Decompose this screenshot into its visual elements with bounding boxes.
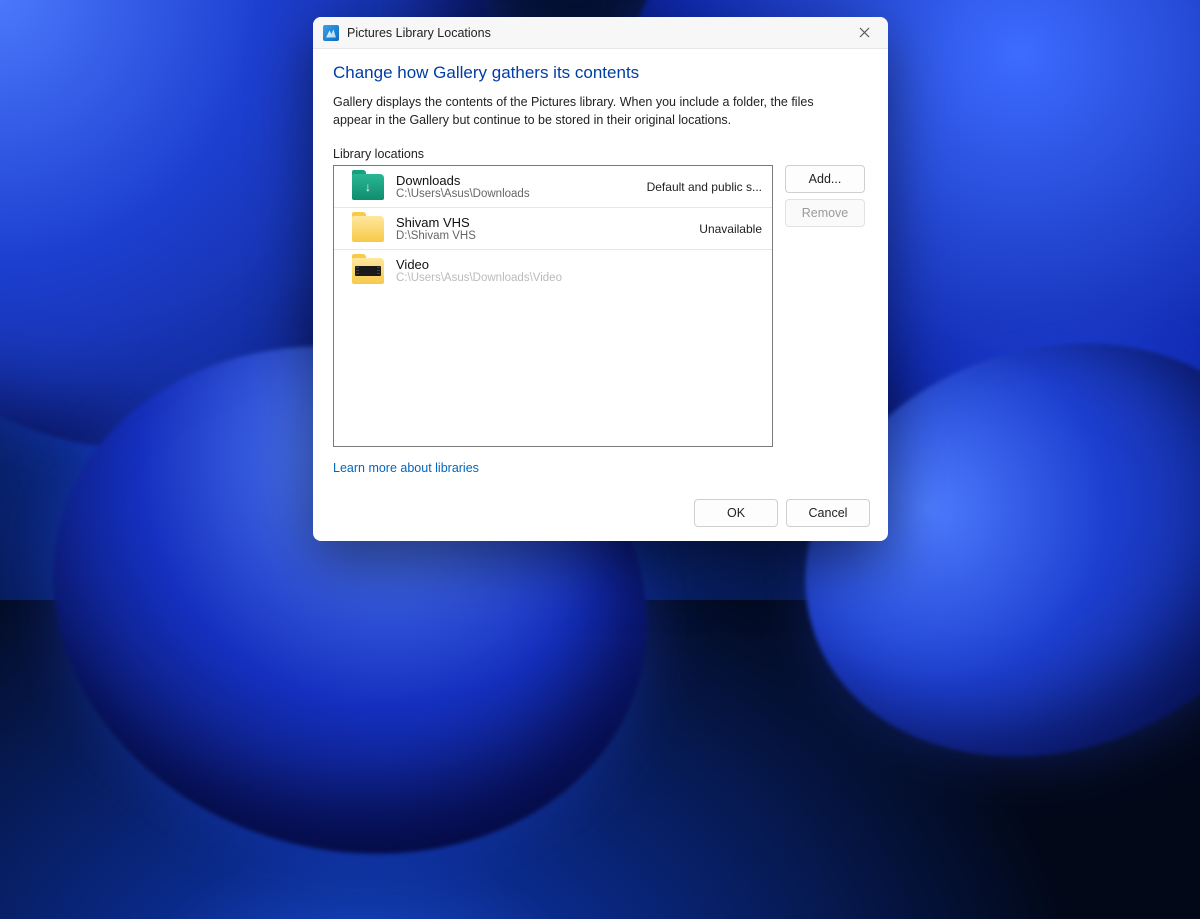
locations-listbox[interactable]: ↓ Downloads C:\Users\Asus\Downloads Defa…: [333, 165, 773, 447]
description: Gallery displays the contents of the Pic…: [333, 93, 843, 129]
remove-button[interactable]: Remove: [785, 199, 865, 227]
folder-video-icon: [352, 258, 384, 284]
cancel-button[interactable]: Cancel: [786, 499, 870, 527]
list-label: Library locations: [333, 147, 868, 161]
location-item[interactable]: ↓ Downloads C:\Users\Asus\Downloads Defa…: [334, 166, 772, 208]
location-path: D:\Shivam VHS: [396, 230, 691, 242]
location-item[interactable]: Video C:\Users\Asus\Downloads\Video: [334, 250, 772, 291]
location-name: Video: [396, 257, 754, 272]
window-title: Pictures Library Locations: [347, 26, 844, 40]
close-button[interactable]: [844, 19, 884, 47]
close-icon: [859, 27, 870, 38]
pictures-icon: [323, 25, 339, 41]
location-name: Downloads: [396, 173, 639, 188]
headline: Change how Gallery gathers its contents: [333, 63, 868, 83]
dialog-footer: OK Cancel: [313, 489, 888, 541]
add-button[interactable]: Add...: [785, 165, 865, 193]
ok-button[interactable]: OK: [694, 499, 778, 527]
location-path: C:\Users\Asus\Downloads: [396, 188, 639, 200]
location-path: C:\Users\Asus\Downloads\Video: [396, 272, 754, 284]
folder-download-icon: ↓: [352, 174, 384, 200]
location-status: Default and public s...: [647, 180, 762, 194]
library-locations-dialog: Pictures Library Locations Change how Ga…: [313, 17, 888, 541]
location-item[interactable]: Shivam VHS D:\Shivam VHS Unavailable: [334, 208, 772, 250]
folder-icon: [352, 216, 384, 242]
location-status: Unavailable: [699, 222, 762, 236]
dialog-content: Change how Gallery gathers its contents …: [313, 49, 888, 489]
learn-more-link[interactable]: Learn more about libraries: [333, 461, 479, 475]
titlebar[interactable]: Pictures Library Locations: [313, 17, 888, 49]
location-name: Shivam VHS: [396, 215, 691, 230]
